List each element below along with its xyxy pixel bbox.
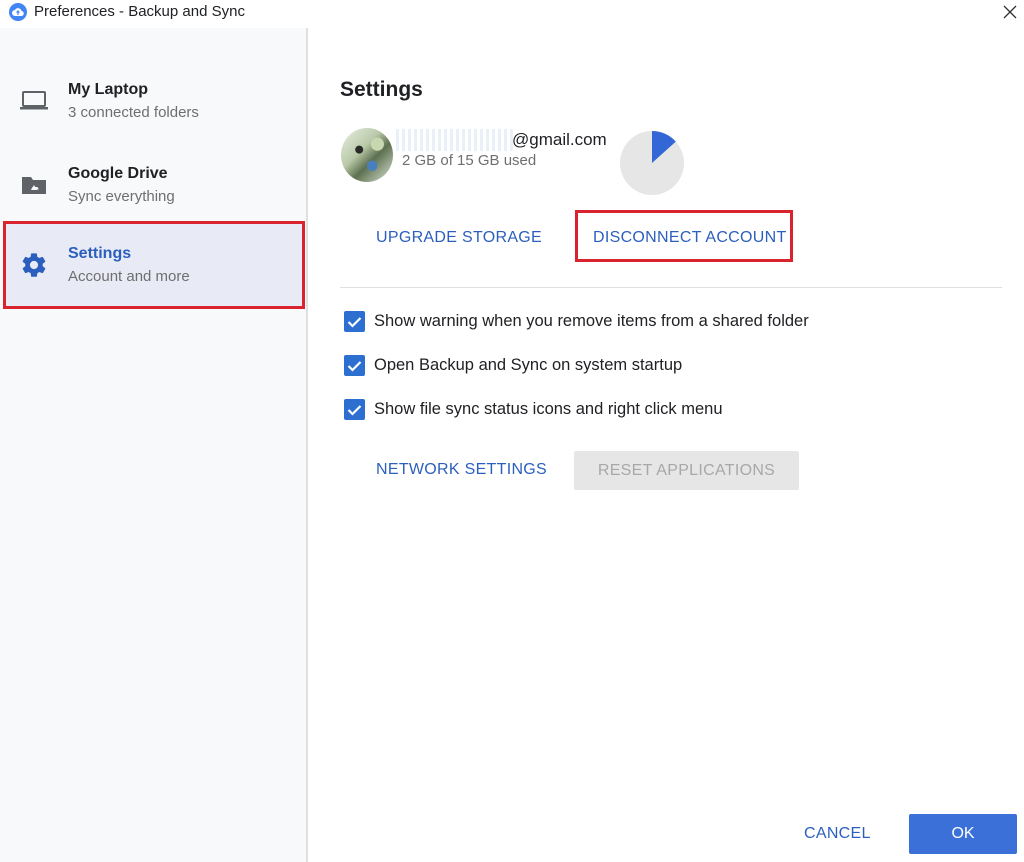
disconnect-account-button[interactable]: DISCONNECT ACCOUNT	[593, 229, 787, 247]
cancel-button[interactable]: CANCEL	[804, 825, 871, 843]
sidebar-item-settings[interactable]: Settings Account and more	[3, 221, 305, 309]
sidebar-item-subtitle: 3 connected folders	[68, 104, 199, 121]
sidebar-item-title: Google Drive	[68, 165, 168, 182]
sidebar-item-title: My Laptop	[68, 81, 148, 98]
checkbox-checked[interactable]	[344, 355, 365, 376]
avatar	[341, 128, 393, 182]
backup-sync-cloud-icon	[9, 3, 27, 21]
email-redacted	[396, 129, 514, 151]
option-label: Open Backup and Sync on system startup	[374, 356, 683, 374]
option-label: Show warning when you remove items from …	[374, 312, 809, 330]
close-icon[interactable]	[996, 0, 1024, 24]
sidebar-item-title: Settings	[68, 245, 132, 262]
laptop-icon	[18, 88, 50, 114]
sidebar-item-subtitle: Sync everything	[68, 188, 175, 205]
title-bar: Preferences - Backup and Sync	[0, 0, 1024, 28]
storage-usage-pie	[620, 131, 684, 195]
gear-icon	[18, 252, 50, 278]
sidebar-item-subtitle: Account and more	[68, 268, 190, 285]
checkmark-icon	[347, 404, 362, 416]
checkbox-checked[interactable]	[344, 399, 365, 420]
checkbox-checked[interactable]	[344, 311, 365, 332]
ok-button[interactable]: OK	[909, 814, 1017, 854]
account-email: @gmail.com	[512, 130, 607, 149]
storage-usage-text: 2 GB of 15 GB used	[402, 152, 537, 169]
page-title: Settings	[340, 78, 423, 101]
divider	[340, 287, 1002, 288]
drive-folder-icon	[18, 172, 50, 198]
upgrade-storage-button[interactable]: UPGRADE STORAGE	[376, 229, 542, 247]
option-label: Show file sync status icons and right cl…	[374, 400, 723, 418]
checkmark-icon	[347, 360, 362, 372]
reset-applications-button[interactable]: RESET APPLICATIONS	[574, 451, 799, 490]
sidebar-item-google-drive[interactable]: Google Drive Sync everything	[6, 144, 302, 226]
settings-panel: Settings @gmail.com 2 GB of 15 GB used U…	[310, 28, 1024, 862]
network-settings-button[interactable]: NETWORK SETTINGS	[376, 461, 547, 479]
checkmark-icon	[347, 316, 362, 328]
sidebar: My Laptop 3 connected folders Google Dri…	[0, 28, 308, 862]
window-title: Preferences - Backup and Sync	[34, 3, 245, 20]
sidebar-item-my-laptop[interactable]: My Laptop 3 connected folders	[6, 60, 302, 142]
